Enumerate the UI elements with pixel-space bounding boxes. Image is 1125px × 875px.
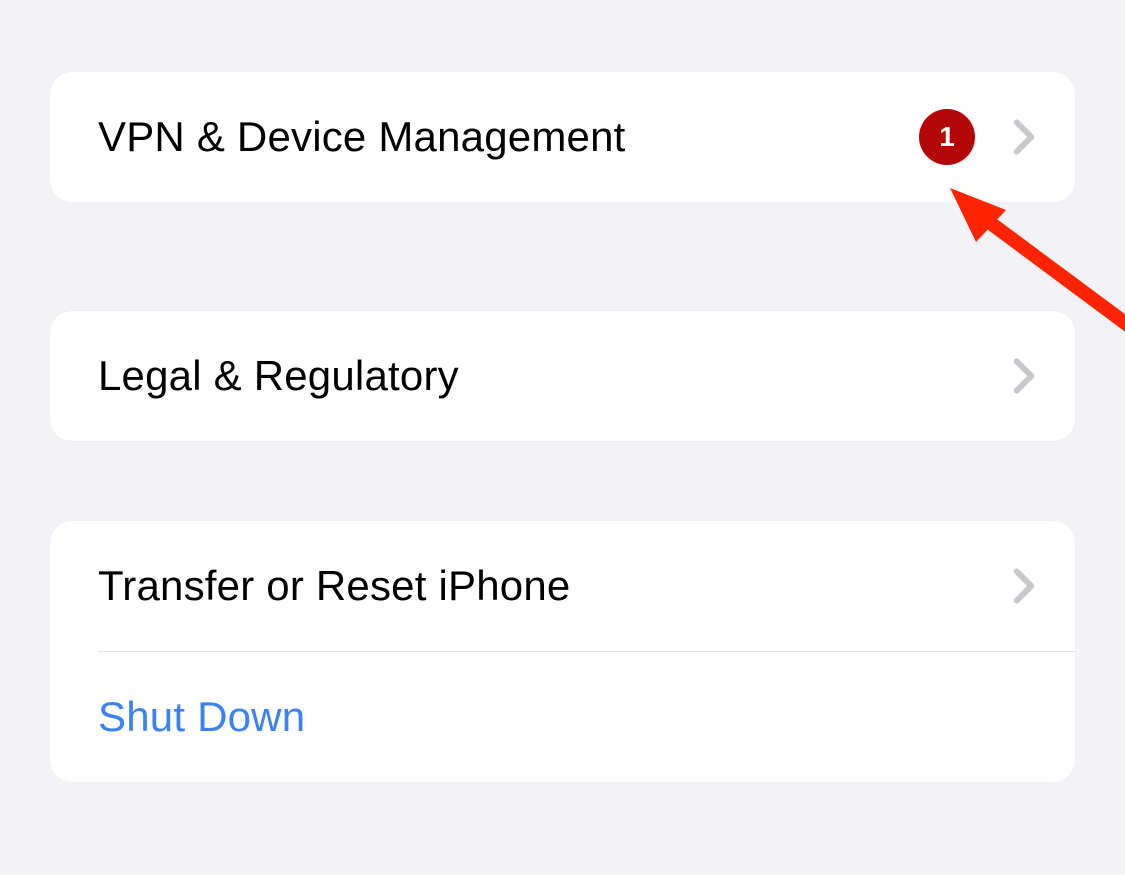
spacer	[50, 202, 1075, 311]
row-label: Shut Down	[98, 693, 1035, 741]
row-label: VPN & Device Management	[98, 113, 919, 161]
notification-badge: 1	[919, 109, 975, 165]
settings-group-reset: Transfer or Reset iPhone Shut Down	[50, 521, 1075, 782]
row-legal-regulatory[interactable]: Legal & Regulatory	[50, 311, 1075, 441]
row-label: Legal & Regulatory	[98, 352, 1013, 400]
row-transfer-reset-iphone[interactable]: Transfer or Reset iPhone	[50, 521, 1075, 651]
row-shut-down[interactable]: Shut Down	[50, 652, 1075, 782]
chevron-right-icon	[1013, 567, 1035, 605]
chevron-right-icon	[1013, 118, 1035, 156]
settings-group-vpn: VPN & Device Management 1	[50, 72, 1075, 202]
settings-group-legal: Legal & Regulatory	[50, 311, 1075, 441]
row-vpn-device-management[interactable]: VPN & Device Management 1	[50, 72, 1075, 202]
row-label: Transfer or Reset iPhone	[98, 562, 1013, 610]
chevron-right-icon	[1013, 357, 1035, 395]
spacer	[50, 441, 1075, 521]
